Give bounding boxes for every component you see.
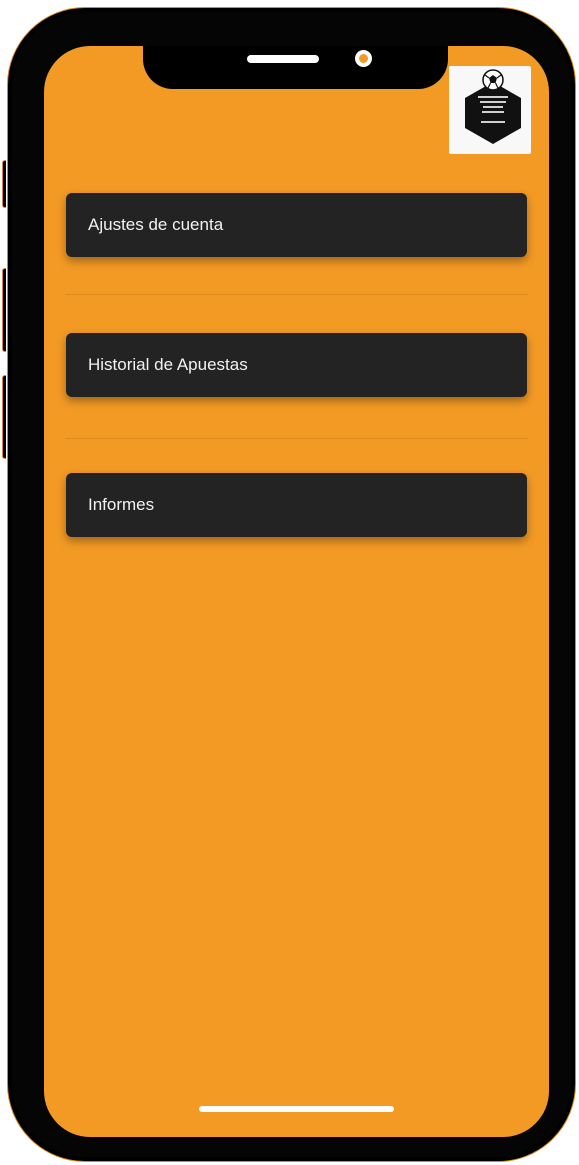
app-screen: Ajustes de cuenta Historial de Apuestas … xyxy=(44,46,549,1137)
volume-down-button xyxy=(2,375,6,459)
settings-menu: Ajustes de cuenta Historial de Apuestas … xyxy=(65,193,528,537)
menu-item-label: Ajustes de cuenta xyxy=(88,215,224,234)
menu-item-label: Informes xyxy=(88,495,155,514)
notch xyxy=(143,46,448,89)
app-logo[interactable] xyxy=(449,66,531,154)
divider xyxy=(65,438,528,439)
home-indicator[interactable] xyxy=(199,1106,394,1112)
speaker-grille xyxy=(247,55,319,63)
front-camera-icon xyxy=(355,50,372,67)
menu-item-bet-history[interactable]: Historial de Apuestas xyxy=(66,333,527,397)
menu-item-label: Historial de Apuestas xyxy=(88,355,248,374)
divider xyxy=(65,294,528,295)
volume-up-button xyxy=(2,268,6,352)
soccer-ball-logo-icon xyxy=(465,69,521,144)
menu-item-reports[interactable]: Informes xyxy=(66,473,527,537)
silent-switch xyxy=(2,160,6,208)
menu-item-account-settings[interactable]: Ajustes de cuenta xyxy=(66,193,527,257)
